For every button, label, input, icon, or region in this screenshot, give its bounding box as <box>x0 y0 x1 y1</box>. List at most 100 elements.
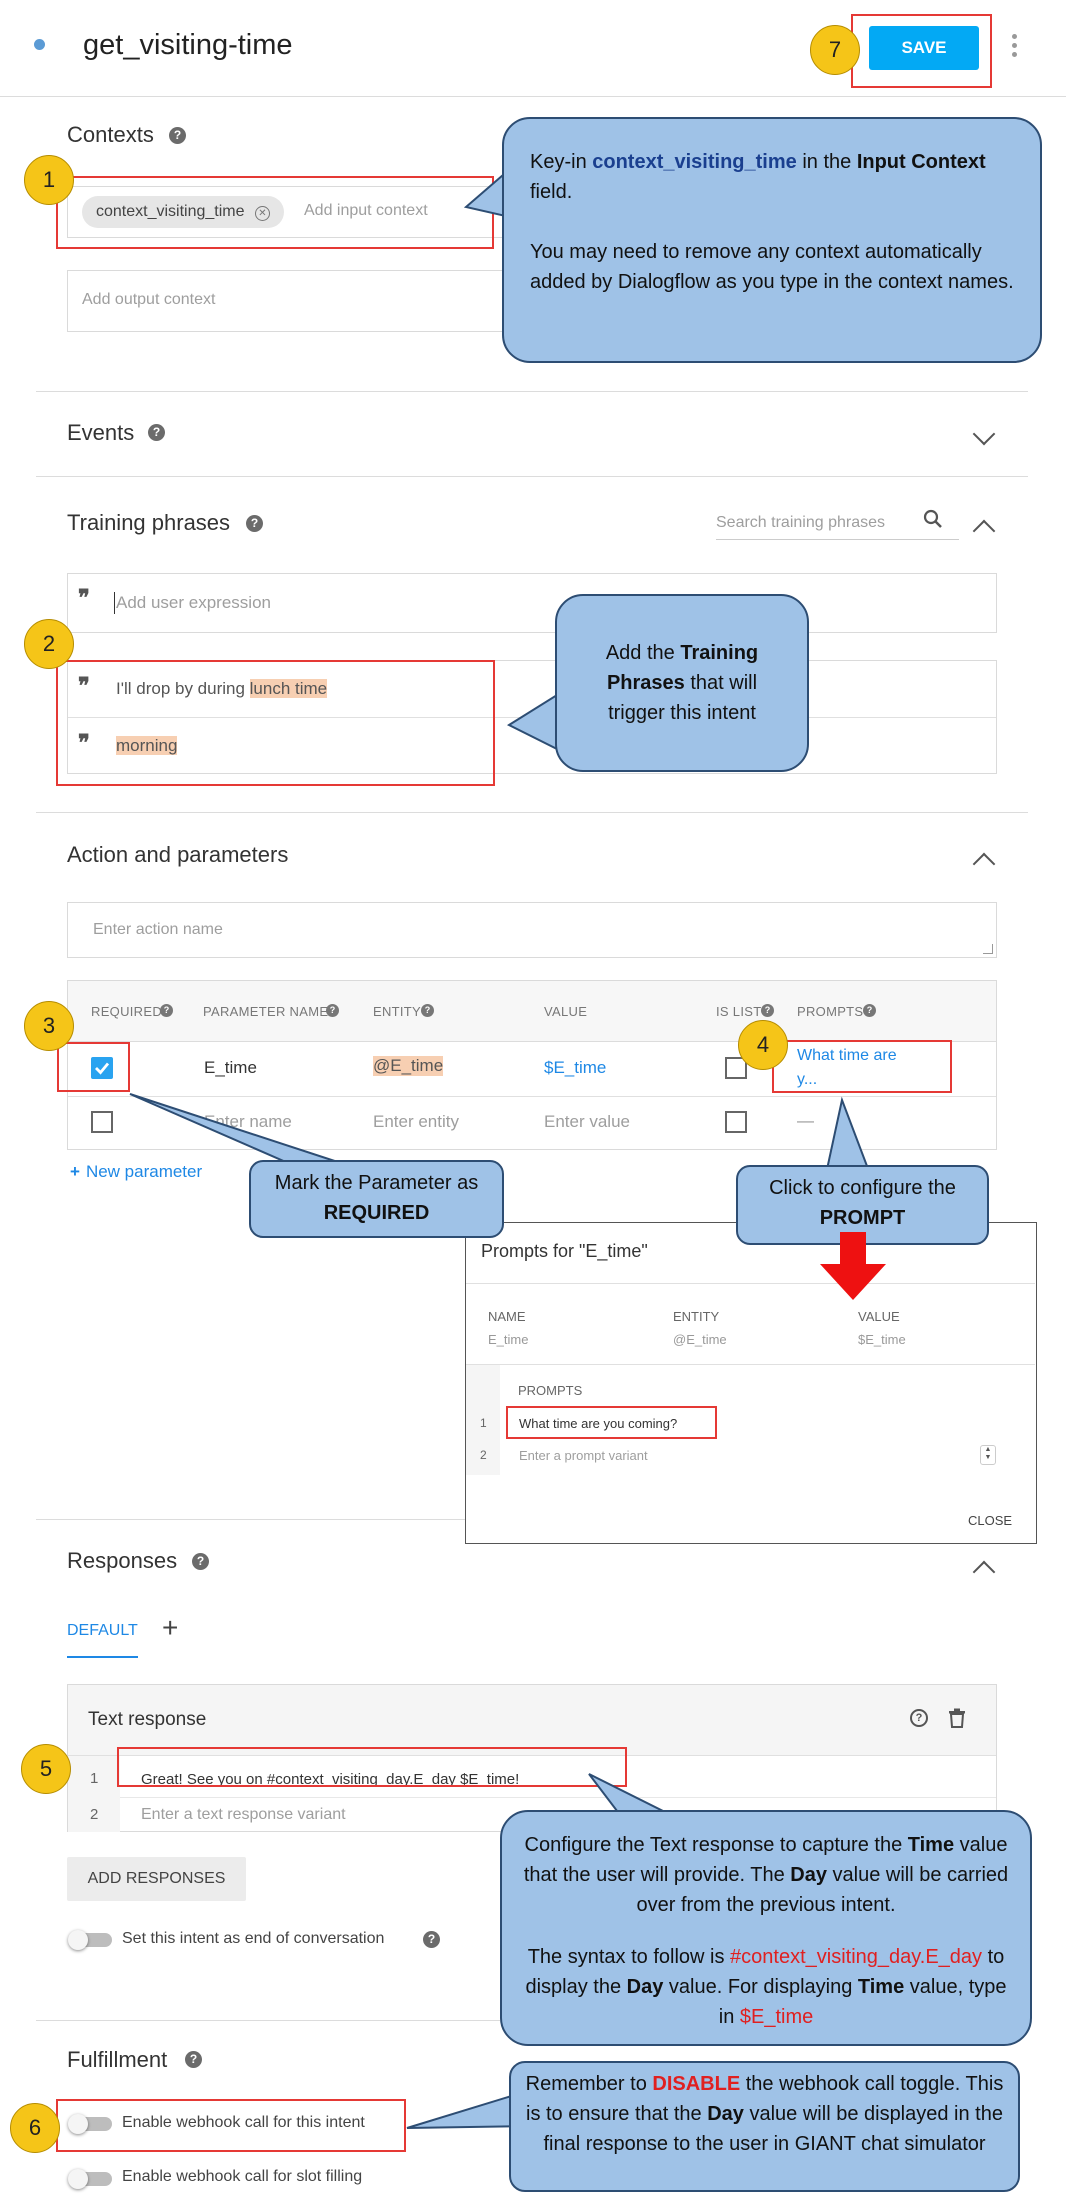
end-conversation-label: Set this intent as end of conversation <box>122 1930 385 1947</box>
callout-text: The syntax to follow is <box>527 1946 731 1968</box>
required-highlight-box <box>57 1042 130 1092</box>
contexts-divider <box>36 391 1028 392</box>
trash-icon[interactable] <box>948 1708 966 1728</box>
response-row-number: 2 <box>90 1806 99 1823</box>
help-icon[interactable]: ? <box>761 1004 774 1017</box>
entity-placeholder[interactable]: Enter entity <box>373 1112 459 1132</box>
prompt-highlight-box <box>772 1040 952 1093</box>
training-help-icon[interactable]: ? <box>246 515 263 532</box>
training-divider <box>36 812 1028 813</box>
responses-title: Responses <box>67 1548 178 1573</box>
callout-webhook: Remember to DISABLE the webhook call tog… <box>509 2061 1020 2192</box>
output-context-field[interactable]: Add output context <box>67 270 557 332</box>
dialog-title: Prompts for "E_time" <box>481 1241 648 1261</box>
more-vert-icon[interactable] <box>1012 34 1018 58</box>
callout-emphasis: Day <box>790 1864 827 1886</box>
is-list-checkbox[interactable] <box>725 1111 747 1133</box>
callout-text: You may need to remove any context autom… <box>530 241 1014 293</box>
help-icon[interactable]: ? <box>326 1004 339 1017</box>
callout-text: Click to configure the <box>769 1177 956 1199</box>
add-tab-icon[interactable]: + <box>162 1612 178 1644</box>
input-context-highlight-box <box>56 176 494 249</box>
callout-text: value. For displaying <box>663 1976 858 1998</box>
chevron-up-icon[interactable] <box>972 852 996 876</box>
fulfillment-help-icon[interactable]: ? <box>185 2051 202 2068</box>
callout-syntax: #context_visiting_day.E_day <box>730 1946 983 1968</box>
dialog-value-value: $E_time <box>858 1332 906 1347</box>
response-row-number: 1 <box>90 1770 99 1787</box>
output-context-placeholder: Add output context <box>82 291 216 308</box>
callout-emphasis: Day <box>707 2103 744 2125</box>
value-placeholder[interactable]: Enter value <box>544 1112 630 1132</box>
fulfillment-title: Fulfillment <box>67 2047 168 2072</box>
prompt-row-number: 1 <box>480 1416 487 1430</box>
chevron-up-icon[interactable] <box>972 519 996 543</box>
callout-emphasis: DISABLE <box>652 2073 741 2095</box>
responses-help-icon[interactable]: ? <box>192 1553 209 1570</box>
dialog-col-name: NAME <box>488 1309 526 1324</box>
action-name-placeholder: Enter action name <box>93 921 223 938</box>
tab-default[interactable]: DEFAULT <box>67 1622 138 1658</box>
text-response-header <box>68 1685 996 1756</box>
action-divider <box>36 1519 465 1520</box>
training-search-field[interactable]: Search training phrases <box>716 506 959 540</box>
prompt-row-highlight-box <box>506 1406 717 1439</box>
webhook-highlight-box <box>56 2099 406 2152</box>
end-conversation-help-icon[interactable]: ? <box>423 1931 440 1948</box>
dialog-col-value: VALUE <box>858 1309 900 1324</box>
parameter-value[interactable]: $E_time <box>544 1058 606 1078</box>
parameter-name[interactable]: E_time <box>204 1058 257 1078</box>
contexts-title: Contexts <box>67 122 154 147</box>
events-divider <box>36 476 1028 477</box>
add-expression-field[interactable]: ❞ Add user expression <box>67 573 997 633</box>
add-responses-button[interactable]: ADD RESPONSES <box>67 1857 246 1901</box>
help-circle-icon[interactable]: ? <box>910 1709 928 1727</box>
toggle-knob <box>68 2169 88 2189</box>
events-help-icon[interactable]: ? <box>148 424 165 441</box>
tab-default-label: DEFAULT <box>67 1622 138 1639</box>
step-badge: 2 <box>24 619 74 669</box>
callout-emphasis: Input Context <box>856 151 986 173</box>
step-badge: 5 <box>21 1744 71 1794</box>
action-name-field[interactable]: Enter action name <box>67 902 997 958</box>
text-response-title: Text response <box>88 1709 207 1730</box>
dialog-divider <box>466 1283 1035 1284</box>
callout-syntax: $E_time <box>739 2006 814 2028</box>
spinner-icon[interactable]: ▲ ▼ <box>980 1445 996 1465</box>
response-variant-placeholder[interactable]: Enter a text response variant <box>141 1806 346 1824</box>
quote-icon: ❞ <box>78 585 90 611</box>
callout-emphasis: PROMPT <box>819 1207 906 1229</box>
resize-handle-icon[interactable] <box>983 944 993 954</box>
help-icon[interactable]: ? <box>421 1004 434 1017</box>
step-badge: 4 <box>738 1020 788 1070</box>
callout-emphasis: Time <box>907 1834 955 1856</box>
dialog-col-entity: ENTITY <box>673 1309 720 1324</box>
callout-text: Add the <box>605 642 681 664</box>
contexts-help-icon[interactable]: ? <box>169 127 186 144</box>
chevron-down-icon[interactable] <box>972 422 996 446</box>
prompts-label: PROMPTS <box>518 1383 583 1398</box>
help-icon[interactable]: ? <box>863 1004 876 1017</box>
help-icon[interactable]: ? <box>160 1004 173 1017</box>
parameter-entity[interactable]: @E_time <box>373 1056 444 1076</box>
training-search-placeholder: Search training phrases <box>716 514 885 531</box>
callout-emphasis: Time <box>857 1976 905 1998</box>
callout-text: Configure the Text response to capture t… <box>524 1834 908 1856</box>
search-icon[interactable] <box>923 509 943 529</box>
down-arrow-icon <box>820 1232 886 1300</box>
callout-text-response: Configure the Text response to capture t… <box>500 1810 1032 2046</box>
step-badge: 3 <box>24 1001 74 1051</box>
save-highlight-box <box>851 14 992 88</box>
callout-emphasis: Day <box>626 1976 664 1998</box>
header-parameter-name: PARAMETER NAME <box>203 1004 329 1019</box>
required-checkbox[interactable] <box>91 1111 113 1133</box>
intent-name[interactable]: get_visiting-time <box>83 29 293 62</box>
close-button[interactable]: CLOSE <box>968 1513 1012 1528</box>
chevron-up-icon[interactable] <box>972 1560 996 1584</box>
prompt-row-number: 2 <box>480 1448 487 1462</box>
text-cursor <box>114 592 115 614</box>
header-value: VALUE <box>544 1004 588 1019</box>
prompt-variant-placeholder[interactable]: Enter a prompt variant <box>519 1448 648 1463</box>
intent-status-dot <box>34 39 45 50</box>
prompts-dialog: Prompts for "E_time" NAME ENTITY VALUE E… <box>465 1222 1037 1544</box>
